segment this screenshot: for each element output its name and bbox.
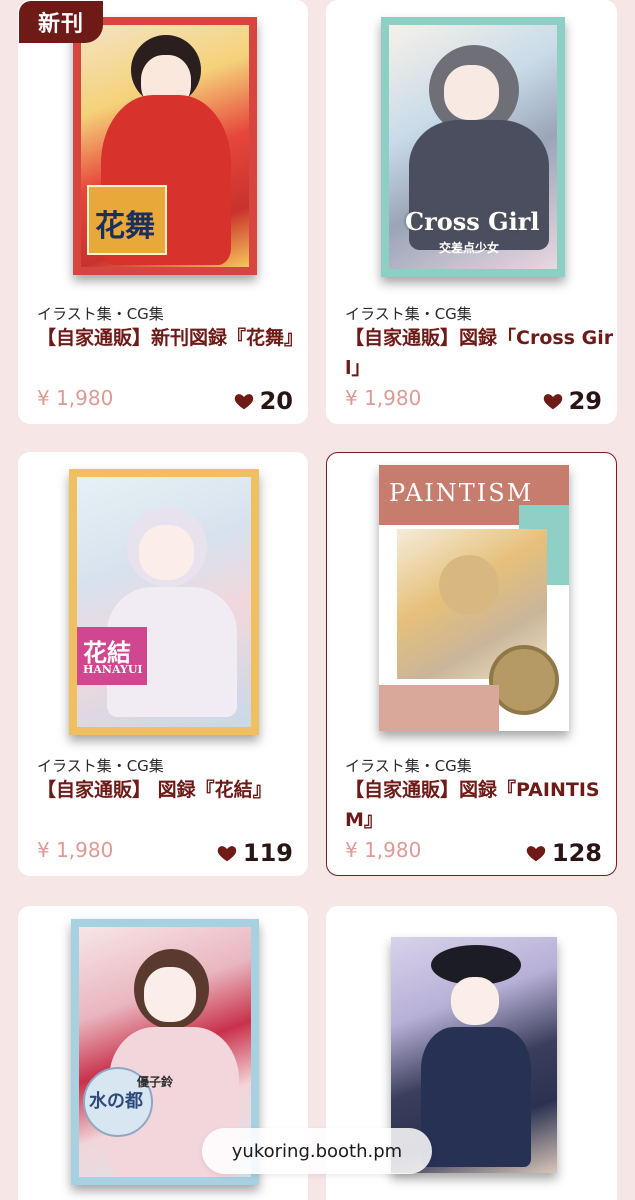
like-button[interactable]: 29 [542, 387, 602, 415]
like-count: 20 [259, 387, 293, 415]
like-button[interactable]: 119 [216, 839, 293, 867]
category-label: イラスト集・CG集 [37, 757, 164, 775]
like-count: 128 [551, 839, 602, 867]
heart-icon [217, 846, 237, 862]
product-cover-image[interactable]: 花舞 [73, 17, 257, 275]
product-card-hanayui[interactable]: 花結 HANAYUI イラスト集・CG集 【自家通販】 図録『花結』 ¥ 1,9… [18, 452, 308, 876]
product-price: ¥ 1,980 [37, 838, 114, 862]
like-count: 29 [568, 387, 602, 415]
heart-icon [234, 394, 253, 410]
cover-title: 花舞 [95, 209, 155, 244]
cover-title: Cross Girl [405, 207, 540, 236]
product-price: ¥ 1,980 [345, 386, 422, 410]
product-cover-image[interactable]: 花結 HANAYUI [69, 469, 259, 735]
heart-icon [526, 846, 546, 862]
product-card-cross-girl[interactable]: Cross Girl 交差点少女 イラスト集・CG集 【自家通販】図録「Cros… [326, 0, 617, 424]
product-cover-image[interactable]: Cross Girl 交差点少女 [381, 17, 565, 277]
category-label: イラスト集・CG集 [345, 305, 472, 323]
product-card-paintism[interactable]: PAINTISM イラスト集・CG集 【自家通販】図録『PAINTISM』 ¥ … [326, 452, 617, 876]
product-price: ¥ 1,980 [345, 838, 422, 862]
like-button[interactable]: 128 [525, 839, 602, 867]
category-label: イラスト集・CG集 [345, 757, 472, 775]
product-title[interactable]: 【自家通販】新刊図録『花舞』 [37, 323, 307, 353]
product-title[interactable]: 【自家通販】図録『PAINTISM』 [345, 775, 615, 835]
category-label: イラスト集・CG集 [37, 305, 164, 323]
product-title[interactable]: 【自家通販】 図録『花結』 [37, 775, 307, 805]
new-release-badge: 新刊 [19, 1, 103, 43]
product-price: ¥ 1,980 [37, 386, 114, 410]
cover-title: 水の都 [89, 1091, 143, 1112]
product-title[interactable]: 【自家通販】図録「Cross Girl」 [345, 323, 615, 383]
cover-subtitle: 交差点少女 [439, 241, 500, 255]
cover-subtitle: 優子鈴 [137, 1075, 174, 1089]
heart-icon [543, 394, 562, 410]
cover-subtitle: HANAYUI [83, 663, 143, 676]
like-count: 119 [242, 839, 293, 867]
url-bar[interactable]: yukoring.booth.pm [202, 1128, 432, 1174]
cover-title: PAINTISM [389, 479, 534, 507]
like-button[interactable]: 20 [233, 387, 293, 415]
product-card-hanamai[interactable]: 新刊 花舞 イラスト集・CG集 【自家通販】新刊図録『花舞』 ¥ 1,980 2… [18, 0, 308, 424]
product-cover-image[interactable]: PAINTISM [379, 465, 569, 731]
